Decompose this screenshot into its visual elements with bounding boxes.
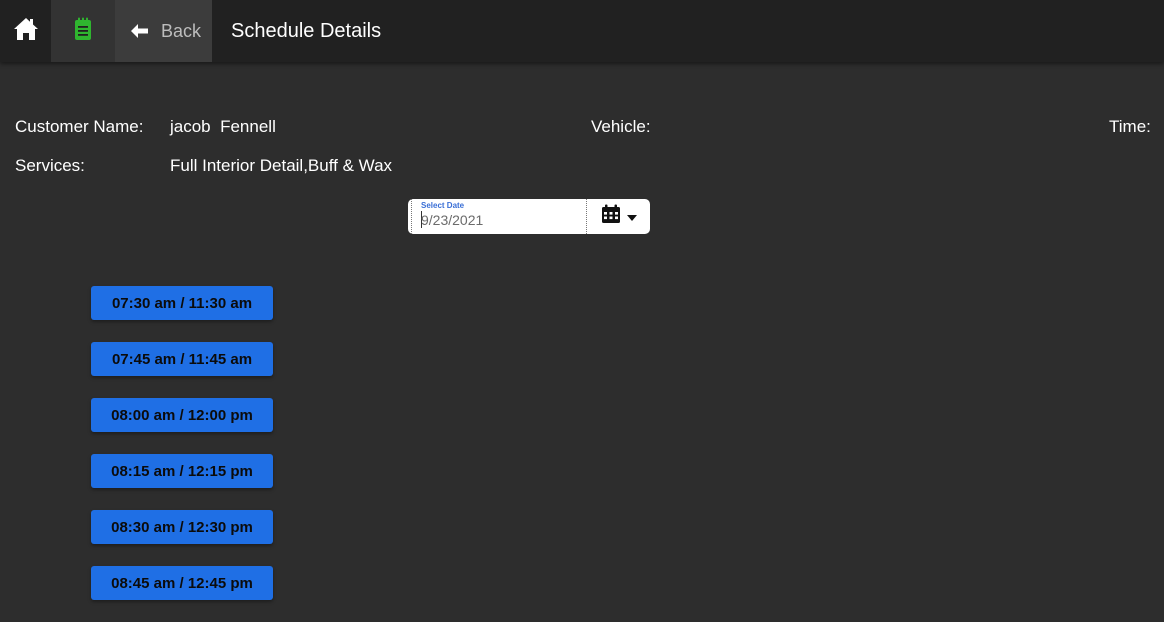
- notes-button[interactable]: [51, 0, 115, 62]
- date-value: 9/23/2021: [421, 212, 484, 228]
- time-slot-button[interactable]: 08:45 am / 12:45 pm: [91, 566, 273, 600]
- time-slot-button[interactable]: 08:15 am / 12:15 pm: [91, 454, 273, 488]
- date-input[interactable]: Select Date 9/23/2021: [411, 199, 587, 234]
- home-icon: [13, 17, 39, 46]
- time-label: Time:: [1109, 117, 1151, 136]
- date-picker: Select Date 9/23/2021: [408, 199, 650, 234]
- time-slot-button[interactable]: 08:30 am / 12:30 pm: [91, 510, 273, 544]
- time-slot-button[interactable]: 07:30 am / 11:30 am: [91, 286, 273, 320]
- services-value: Full Interior Detail,Buff & Wax: [170, 156, 393, 175]
- calendar-dropdown-button[interactable]: [587, 199, 650, 234]
- time-slot-button[interactable]: 08:00 am / 12:00 pm: [91, 398, 273, 432]
- home-button[interactable]: [0, 0, 51, 62]
- time-slot-button[interactable]: 07:45 am / 11:45 am: [91, 342, 273, 376]
- date-caption: Select Date: [421, 201, 465, 210]
- customer-name-value: jacob Fennell: [170, 117, 276, 136]
- caret-down-icon: [626, 208, 637, 226]
- back-label: Back: [161, 20, 202, 41]
- back-button[interactable]: Back: [115, 0, 212, 62]
- page-title: Schedule Details: [231, 19, 382, 42]
- vehicle-label: Vehicle:: [591, 117, 651, 136]
- services-label: Services:: [15, 156, 85, 175]
- arrow-left-icon: [131, 24, 149, 38]
- time-slot-list: 07:30 am / 11:30 am 07:45 am / 11:45 am …: [91, 286, 273, 622]
- calendar-icon: [601, 204, 621, 229]
- notepad-icon: [74, 17, 92, 46]
- customer-name-label: Customer Name:: [15, 117, 144, 136]
- top-app-bar: Back Schedule Details: [0, 0, 1164, 62]
